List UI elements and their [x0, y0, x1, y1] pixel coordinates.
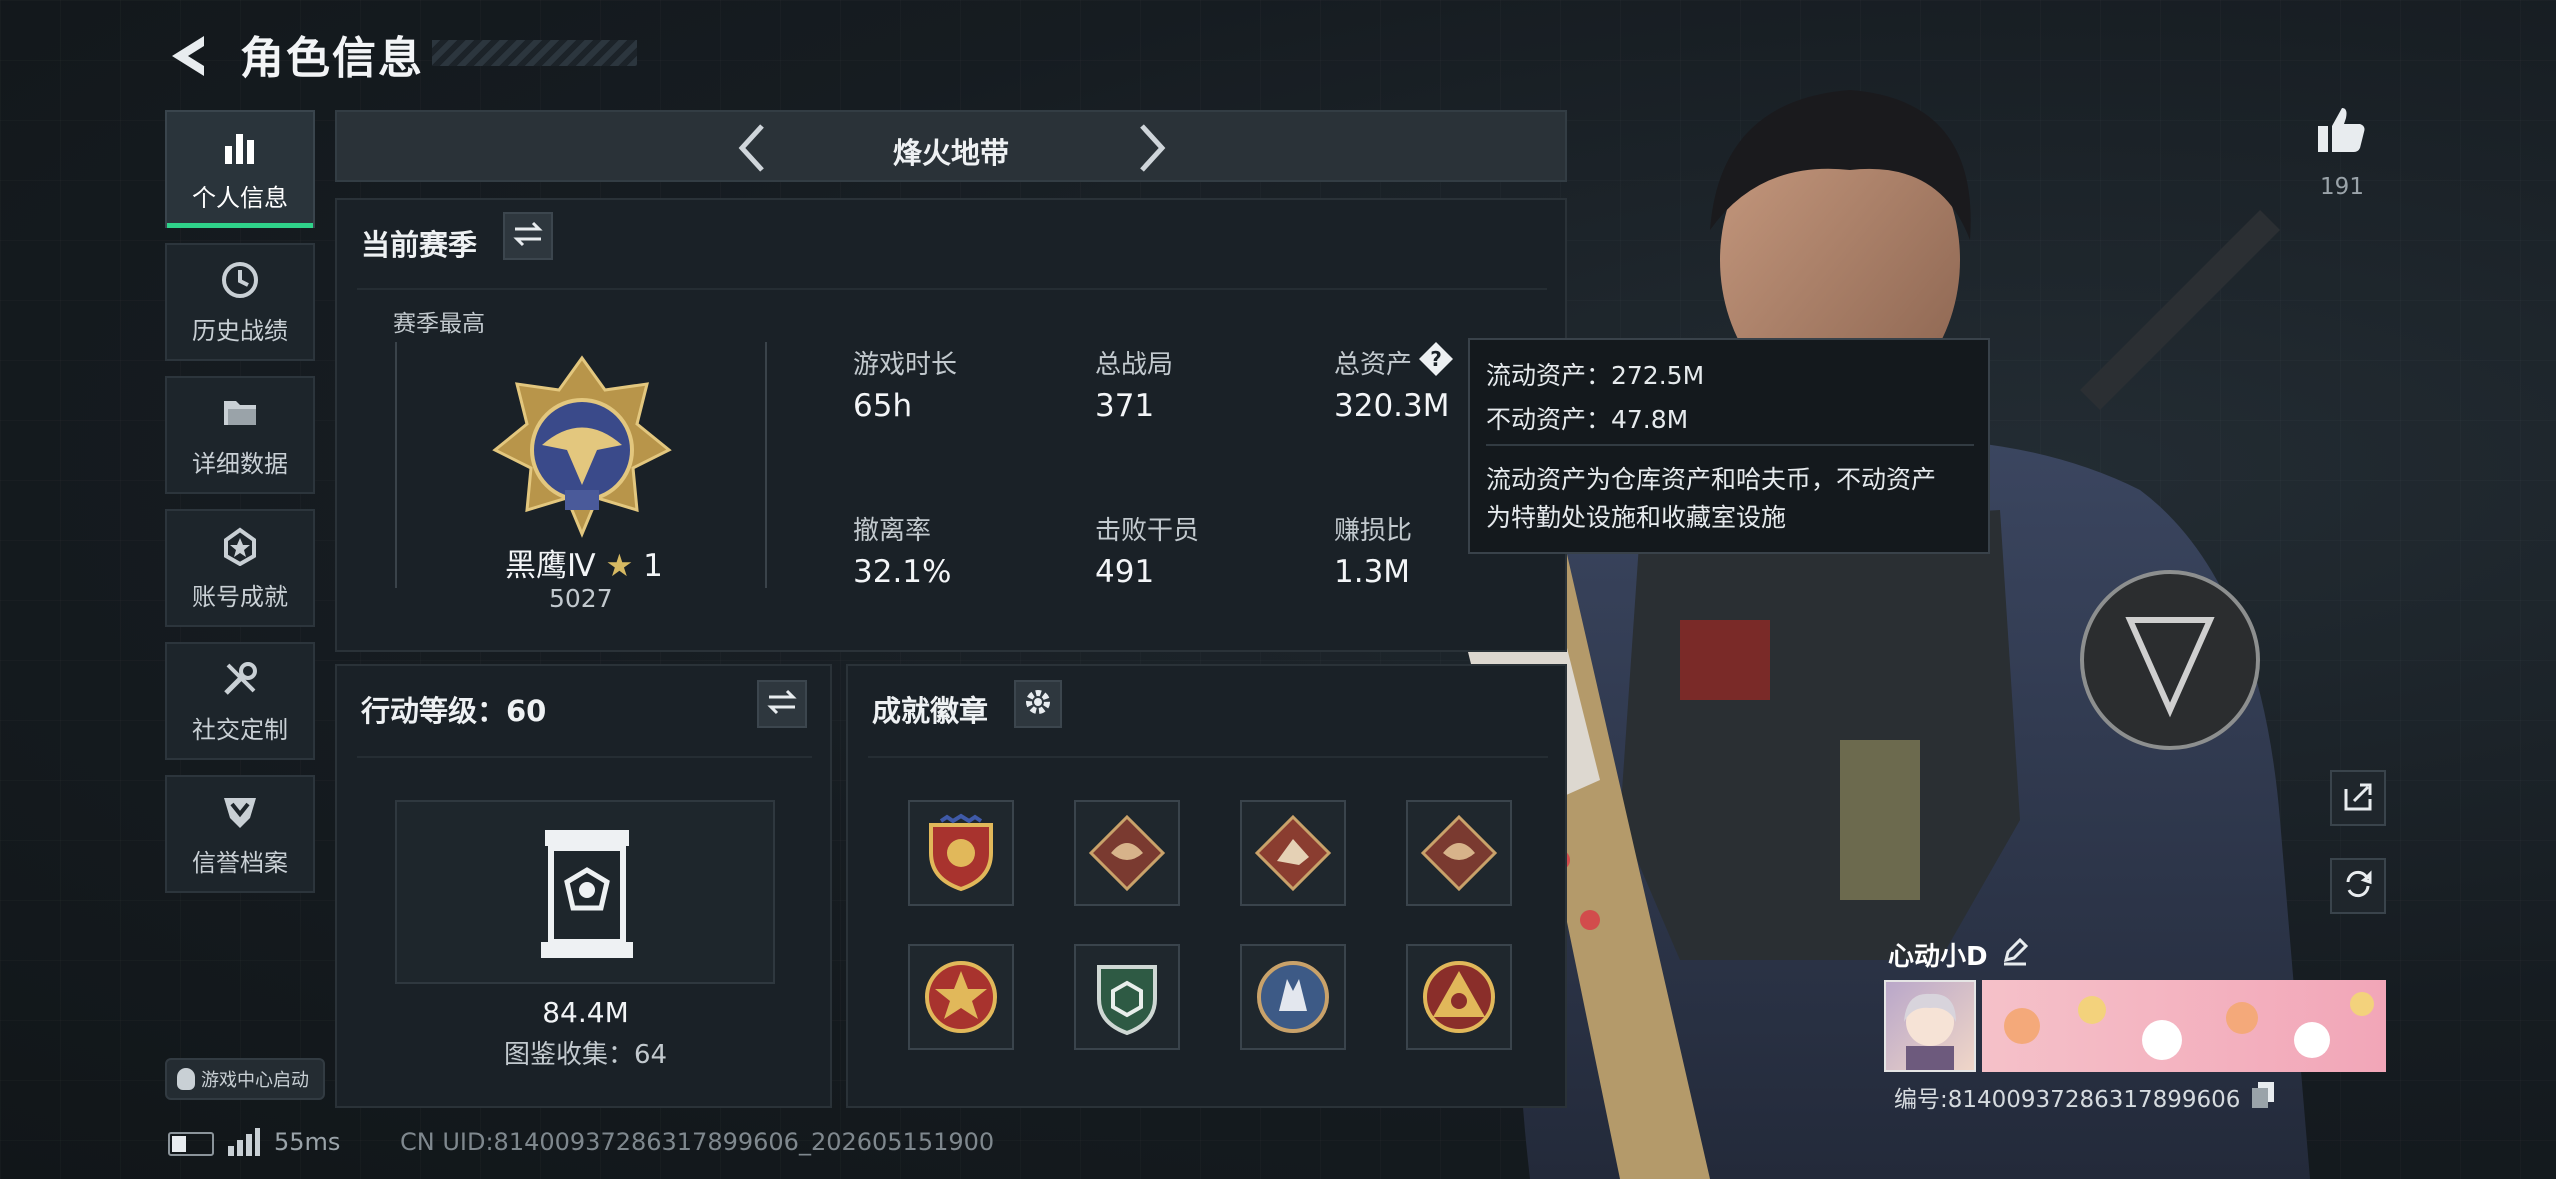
divider	[868, 756, 1548, 758]
tooltip-fixed: 不动资产：47.8M	[1486, 405, 1689, 434]
achievement-settings-button[interactable]	[1014, 680, 1062, 728]
name-card-banner	[1982, 980, 2386, 1072]
achievement-medal-icon	[219, 525, 261, 567]
sidebar-item-label: 信誉档案	[192, 848, 288, 877]
collection-value: 84.4M	[542, 996, 629, 1029]
star-emblem-badge-icon[interactable]	[908, 944, 1014, 1050]
stat-label-playtime: 游戏时长	[853, 350, 958, 380]
signal-icon	[228, 1128, 260, 1156]
sidebar-item-credit[interactable]: 信誉档案	[165, 775, 315, 893]
dragon-badge-icon[interactable]	[1406, 800, 1512, 906]
divider	[1486, 444, 1974, 446]
edit-name-icon[interactable]	[2000, 936, 2030, 966]
eagle-shield-badge-icon[interactable]	[908, 800, 1014, 906]
stat-value-assets: 320.3M	[1334, 388, 1450, 424]
page-title: 角色信息	[240, 33, 424, 84]
swap-action-button[interactable]	[757, 680, 807, 728]
rider-badge-icon[interactable]	[1240, 800, 1346, 906]
sidebar-item-label: 社交定制	[192, 715, 288, 744]
stat-label-matches: 总战局	[1095, 350, 1174, 380]
stat-value-matches: 371	[1095, 388, 1155, 424]
wolf-badge-icon[interactable]	[1240, 944, 1346, 1050]
collection-count: 图鉴收集：64	[503, 1040, 668, 1070]
stat-value-profit-ratio: 1.3M	[1334, 554, 1411, 590]
stat-label-assets: 总资产	[1334, 350, 1413, 380]
stat-value-playtime: 65h	[853, 388, 913, 424]
name-card[interactable]	[1884, 980, 2386, 1072]
rank-stars: 1	[643, 548, 663, 584]
sidebar-item-label: 账号成就	[192, 582, 288, 611]
history-clock-icon	[219, 259, 261, 301]
share-icon	[2342, 781, 2374, 815]
player-id: 编号:81400937286317899606	[1894, 1087, 2241, 1113]
sidebar-item-personal-info[interactable]: 个人信息	[165, 110, 315, 228]
swap-icon	[513, 221, 543, 251]
qq-icon	[177, 1068, 195, 1090]
sidebar-item-social[interactable]: 社交定制	[165, 642, 315, 760]
collection-display-icon	[541, 830, 633, 958]
game-center-launch-button[interactable]: 游戏中心启动	[165, 1058, 325, 1100]
mode-selector: 烽火地带	[335, 110, 1567, 182]
bar-chart-icon	[219, 126, 261, 168]
active-indicator	[167, 223, 313, 228]
thumbs-up-icon[interactable]	[2316, 104, 2368, 156]
gear-icon	[1024, 688, 1052, 720]
stat-label-extract-rate: 撤离率	[853, 516, 932, 546]
divider	[357, 756, 812, 758]
triangle-eye-badge-icon[interactable]	[1406, 944, 1512, 1050]
tooltip-desc-line1: 流动资产为仓库资产和哈夫币，不动资产	[1486, 465, 1937, 494]
asset-tooltip: 流动资产：272.5M 不动资产：47.8M 流动资产为仓库资产和哈夫币，不动资…	[1468, 338, 1990, 554]
divider	[357, 288, 1547, 290]
collection-frame	[395, 800, 775, 984]
launch-label: 游戏中心启动	[201, 1070, 309, 1091]
avatar	[1884, 980, 1976, 1072]
rank-emblem-icon	[492, 355, 672, 538]
season-panel: 当前赛季 赛季最高 黑鹰Ⅳ ★ 1 5027 游戏时长 65h 总战局 371 …	[335, 198, 1567, 652]
achievement-title: 成就徽章	[872, 694, 989, 728]
rank-name: 黑鹰Ⅳ ★ 1	[505, 540, 663, 585]
ping-value: 55ms	[274, 1128, 341, 1156]
mode-label: 烽火地带	[892, 136, 1009, 170]
battery-icon	[168, 1132, 214, 1156]
stat-label-kills: 击败干员	[1095, 516, 1200, 546]
tooltip-liquid: 流动资产：272.5M	[1486, 361, 1705, 390]
stat-value-extract-rate: 32.1%	[853, 554, 952, 590]
title-decoration	[432, 40, 637, 66]
sidebar-item-label: 详细数据	[192, 449, 288, 478]
swap-icon	[767, 689, 797, 719]
sidebar-item-history[interactable]: 历史战绩	[165, 243, 315, 361]
back-icon[interactable]	[160, 28, 216, 84]
copy-icon[interactable]	[2252, 1082, 2274, 1108]
sidebar-item-label: 历史战绩	[192, 316, 288, 345]
tooltip-desc-line2: 为特勤处设施和收藏室设施	[1486, 503, 1787, 532]
likes-count: 191	[2320, 174, 2364, 200]
star-icon: ★	[605, 548, 634, 584]
achievement-panel: 成就徽章	[846, 664, 1567, 1108]
season-best-label: 赛季最高	[393, 311, 485, 337]
sidebar-item-label: 个人信息	[192, 183, 288, 212]
action-level-title: 行动等级：60	[361, 694, 547, 728]
svg-text:?: ?	[1430, 347, 1442, 371]
green-shield-badge-icon[interactable]	[1074, 944, 1180, 1050]
uid-text: CN UID:81400937286317899606_202605151900	[400, 1128, 995, 1156]
folder-icon	[219, 392, 261, 434]
refresh-icon	[2342, 868, 2374, 904]
stat-label-profit-ratio: 赚损比	[1334, 516, 1413, 546]
player-name: 心动小D	[1888, 942, 1988, 972]
tools-icon	[219, 658, 261, 700]
share-button[interactable]	[2330, 770, 2386, 826]
help-icon[interactable]: ?	[1417, 340, 1455, 378]
season-title: 当前赛季	[361, 228, 478, 262]
sidebar-item-details[interactable]: 详细数据	[165, 376, 315, 494]
rank-score: 5027	[549, 584, 613, 613]
sidebar-item-achievements[interactable]: 账号成就	[165, 509, 315, 627]
stat-value-kills: 491	[1095, 554, 1155, 590]
swap-season-button[interactable]	[503, 212, 553, 260]
chevron-right-icon[interactable]	[1132, 120, 1172, 184]
credit-shield-icon	[219, 791, 261, 833]
rank-name-text: 黑鹰Ⅳ	[505, 548, 596, 584]
refresh-button[interactable]	[2330, 858, 2386, 914]
action-level-panel: 行动等级：60 84.4M 图鉴收集：64	[335, 664, 832, 1108]
dragon-badge-icon[interactable]	[1074, 800, 1180, 906]
